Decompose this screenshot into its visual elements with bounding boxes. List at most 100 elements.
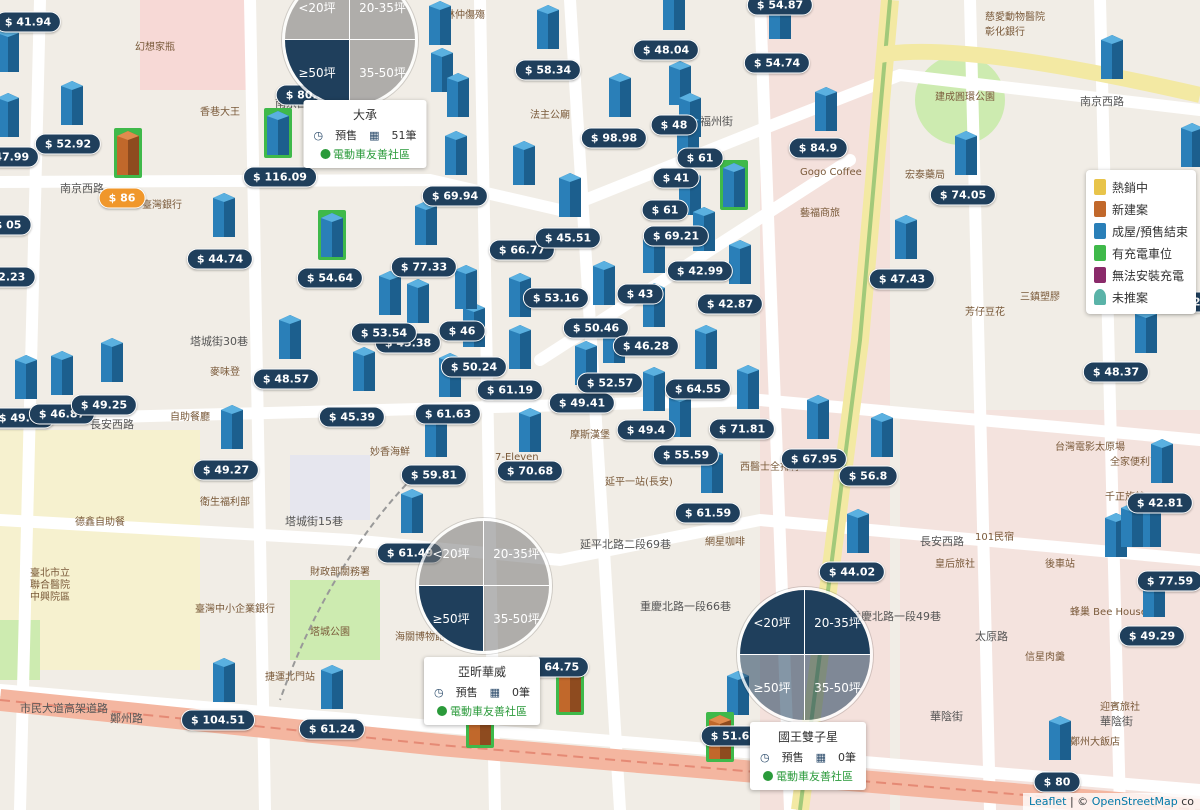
building-marker-icon[interactable]	[98, 335, 126, 385]
cluster-quadrant-over-50[interactable]: ≥50坪	[419, 586, 484, 651]
price-tag[interactable]: $ 80	[1033, 771, 1081, 793]
price-tag[interactable]: $ 46.28	[612, 335, 680, 357]
price-tag[interactable]: $ 61	[676, 147, 724, 169]
price-tag[interactable]: $ 53.16	[522, 287, 590, 309]
building-marker-icon[interactable]	[264, 108, 292, 158]
cluster-middle[interactable]: <20坪 20-35坪 ≥50坪 35-50坪	[416, 518, 552, 654]
building-marker-icon[interactable]	[276, 312, 304, 362]
cluster-quadrant-20-35[interactable]: 20-35坪	[805, 590, 870, 655]
price-tag[interactable]: $ 61.24	[298, 718, 366, 740]
price-tag[interactable]: $ 61.59	[674, 502, 742, 524]
building-marker-icon[interactable]	[318, 210, 346, 260]
price-tag[interactable]: $ 44.74	[186, 248, 254, 270]
price-tag[interactable]: $ 70.68	[496, 460, 564, 482]
building-marker-icon[interactable]	[506, 322, 534, 372]
price-tag[interactable]: $ 41	[652, 167, 700, 189]
price-tag[interactable]: $ 61	[641, 199, 689, 221]
price-tag[interactable]: $ 54.87	[746, 0, 814, 16]
building-marker-icon[interactable]	[590, 258, 618, 308]
cluster-quadrant-under-20[interactable]: <20坪	[740, 590, 805, 655]
building-marker-icon[interactable]	[114, 128, 142, 178]
price-tag[interactable]: $ 42.99	[666, 260, 734, 282]
price-tag[interactable]: $ 77.59	[1136, 570, 1200, 592]
price-tag[interactable]: $ 46	[438, 320, 486, 342]
building-marker-icon[interactable]	[0, 25, 22, 75]
building-marker-icon[interactable]	[534, 2, 562, 52]
cluster-quadrant-20-35[interactable]: 20-35坪	[484, 521, 549, 586]
building-marker-icon[interactable]	[12, 352, 40, 402]
price-tag[interactable]: $ 86	[98, 187, 146, 209]
legend-item-completed[interactable]: 成屋/預售結束	[1093, 220, 1188, 242]
cluster-quadrant-35-50[interactable]: 35-50坪	[350, 40, 415, 105]
price-tag[interactable]: $ 49.4	[616, 419, 676, 441]
price-tag[interactable]: $ 42.87	[696, 293, 764, 315]
building-marker-icon[interactable]	[640, 364, 668, 414]
price-tag[interactable]: $ 71.81	[708, 418, 776, 440]
building-marker-icon[interactable]	[660, 0, 688, 33]
price-tag[interactable]: $ 64.55	[664, 378, 732, 400]
building-marker-icon[interactable]	[892, 212, 920, 262]
building-marker-icon[interactable]	[556, 170, 584, 220]
price-tag[interactable]: $ 56.8	[838, 465, 898, 487]
price-tag[interactable]: $ 69.94	[421, 185, 489, 207]
cluster-quadrant-20-35[interactable]: 20-35坪	[350, 0, 415, 40]
legend-item-no-charging[interactable]: 無法安裝充電	[1093, 264, 1188, 286]
price-tag[interactable]: $ 54.64	[296, 267, 364, 289]
price-tag[interactable]: $ 43	[616, 283, 664, 305]
cluster-quadrant-over-50[interactable]: ≥50坪	[740, 655, 805, 720]
building-marker-icon[interactable]	[1098, 32, 1126, 82]
price-tag[interactable]: $ 49.29	[1118, 625, 1186, 647]
price-tag[interactable]: $ 98.98	[580, 127, 648, 149]
price-tag[interactable]: $ 49.41	[548, 392, 616, 414]
building-marker-icon[interactable]	[868, 410, 896, 460]
price-tag[interactable]: $ 41.94	[0, 11, 62, 33]
building-marker-icon[interactable]	[218, 402, 246, 452]
price-tag[interactable]: $ 67.95	[780, 448, 848, 470]
building-marker-icon[interactable]	[606, 70, 634, 120]
cluster-top[interactable]: <20坪 20-35坪 ≥50坪 35-50坪	[282, 0, 418, 108]
price-tag[interactable]: $ 2.23	[0, 266, 36, 288]
building-marker-icon[interactable]	[1178, 120, 1200, 170]
building-marker-icon[interactable]	[726, 237, 754, 287]
project-popup-kingtwins[interactable]: 國王雙子星 ◷ 預售 ▦ 0筆 電動車友善社區	[749, 722, 867, 790]
building-marker-icon[interactable]	[692, 322, 720, 372]
building-marker-icon[interactable]	[952, 128, 980, 178]
building-marker-icon[interactable]	[516, 405, 544, 455]
price-tag[interactable]: $ 48.57	[252, 368, 320, 390]
building-marker-icon[interactable]	[844, 506, 872, 556]
price-tag[interactable]: $ 45.51	[534, 227, 602, 249]
legend-item-new-project[interactable]: 新建案	[1093, 198, 1188, 220]
price-tag[interactable]: $ 61.19	[476, 379, 544, 401]
cluster-quadrant-35-50[interactable]: 35-50坪	[484, 586, 549, 651]
building-marker-icon[interactable]	[442, 128, 470, 178]
building-marker-icon[interactable]	[1046, 713, 1074, 763]
price-tag[interactable]: $ 69.21	[642, 225, 710, 247]
building-marker-icon[interactable]	[510, 138, 538, 188]
price-tag[interactable]: $ 47.99	[0, 146, 40, 168]
price-tag[interactable]: $ 48.37	[1082, 361, 1150, 383]
project-popup-dacheng[interactable]: 大承 ◷ 預售 ▦ 51筆 電動車友善社區	[303, 100, 427, 168]
price-tag[interactable]: $ 84.9	[788, 137, 848, 159]
price-tag[interactable]: $ 61.63	[414, 403, 482, 425]
cluster-right[interactable]: <20坪 20-35坪 ≥50坪 35-50坪	[737, 587, 873, 723]
price-tag[interactable]: $ 45.39	[318, 406, 386, 428]
price-tag[interactable]: $ 53.54	[350, 322, 418, 344]
price-tag[interactable]: $ 42.81	[1126, 492, 1194, 514]
osm-link[interactable]: OpenStreetMap	[1092, 795, 1178, 808]
building-marker-icon[interactable]	[0, 90, 22, 140]
building-marker-icon[interactable]	[812, 84, 840, 134]
building-marker-icon[interactable]	[350, 344, 378, 394]
building-marker-icon[interactable]	[404, 276, 432, 326]
building-marker-icon[interactable]	[426, 0, 454, 48]
price-tag[interactable]: $ 44.02	[818, 561, 886, 583]
building-marker-icon[interactable]	[444, 70, 472, 120]
price-tag[interactable]: $ 49.25	[70, 394, 138, 416]
price-tag[interactable]: $ 116.09	[243, 166, 317, 188]
price-tag[interactable]: $ 55.59	[652, 444, 720, 466]
cluster-quadrant-35-50[interactable]: 35-50坪	[805, 655, 870, 720]
price-tag[interactable]: $ 54.74	[743, 52, 811, 74]
building-marker-icon[interactable]	[58, 78, 86, 128]
legend-item-not-launched[interactable]: 未推案	[1093, 286, 1188, 308]
map-container[interactable]: 南京西路239巷 南京西路 南京西路 長安西路 塔城街30巷 塔城街15巷 延平…	[0, 0, 1200, 810]
price-tag[interactable]: $ 59.81	[400, 464, 468, 486]
